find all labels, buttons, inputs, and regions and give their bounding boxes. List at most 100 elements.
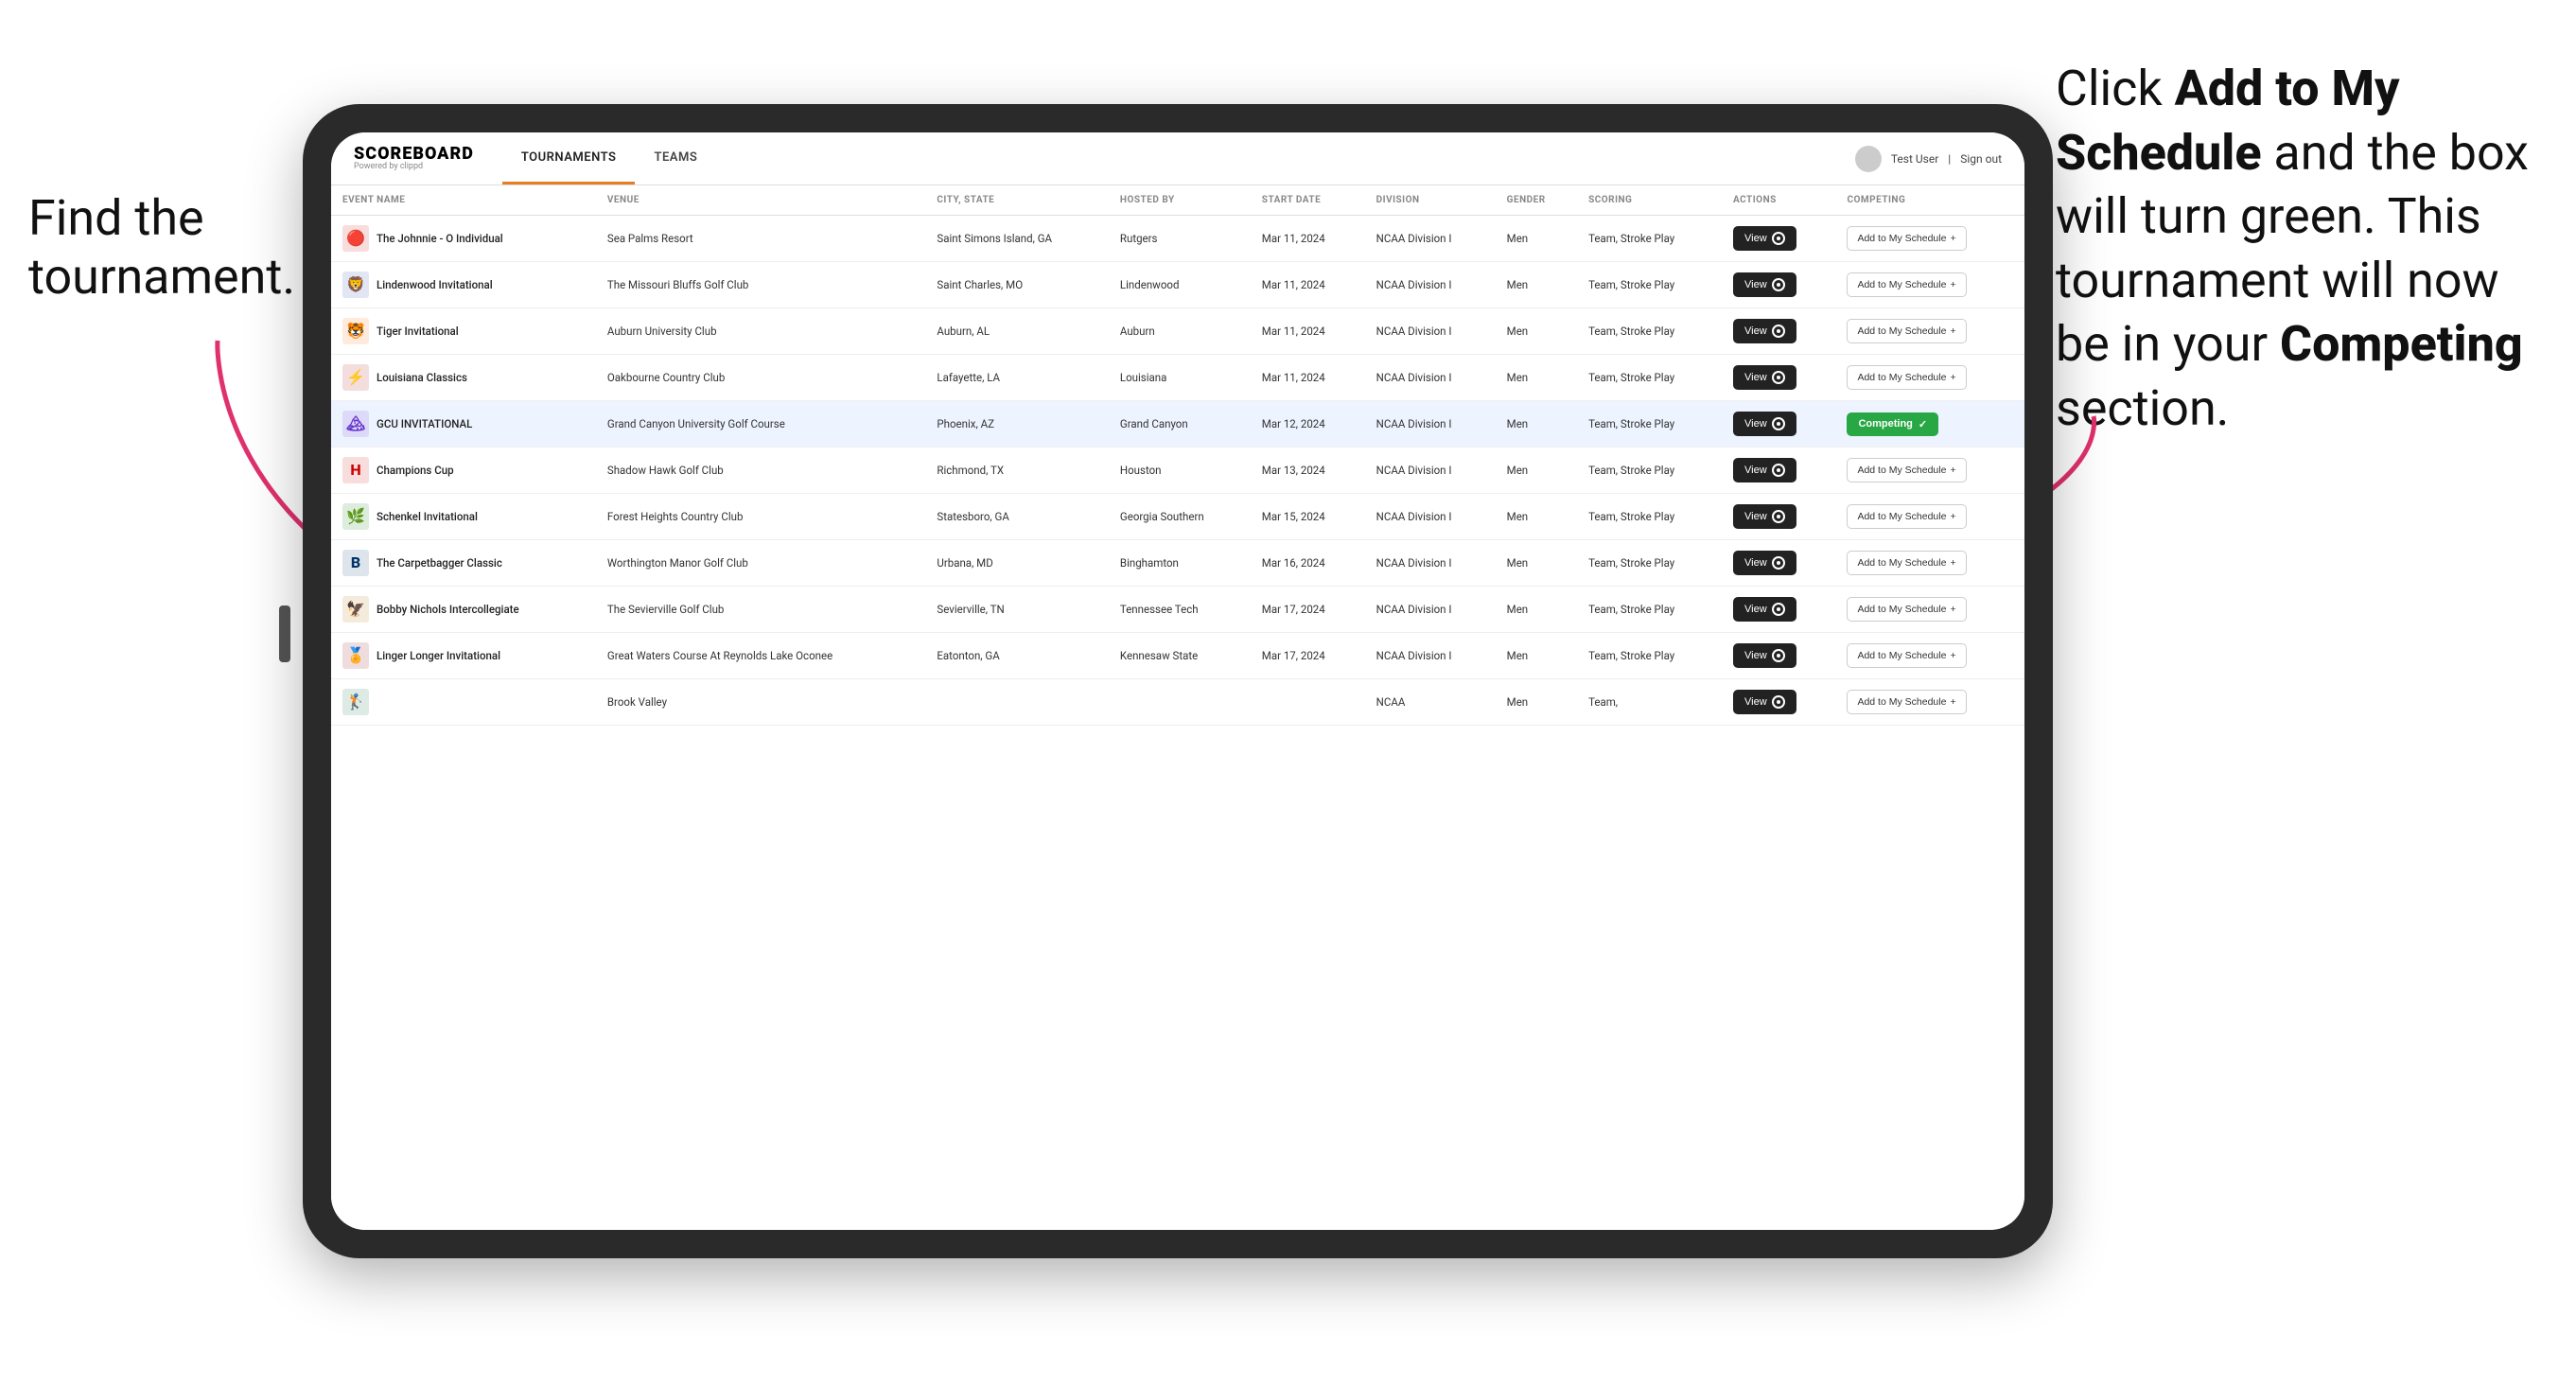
start-date-cell: Mar 17, 2024: [1251, 633, 1365, 679]
table-row: 🏅 Linger Longer Invitational Great Water…: [331, 633, 2024, 679]
team-logo: H: [342, 457, 369, 483]
start-date-cell: Mar 12, 2024: [1251, 401, 1365, 447]
add-to-schedule-button[interactable]: Add to My Schedule +: [1847, 458, 1966, 482]
add-to-schedule-button[interactable]: Add to My Schedule +: [1847, 365, 1966, 390]
event-name-cell: 🏌: [331, 679, 596, 726]
plus-icon: +: [1950, 557, 1955, 569]
venue-cell: Brook Valley: [596, 679, 926, 726]
add-to-schedule-button[interactable]: Add to My Schedule +: [1847, 226, 1966, 251]
view-button[interactable]: View: [1733, 551, 1796, 575]
start-date-cell: Mar 16, 2024: [1251, 540, 1365, 587]
view-button[interactable]: View: [1733, 272, 1796, 297]
table-row: 🌿 Schenkel Invitational Forest Heights C…: [331, 494, 2024, 540]
scoring-cell: Team, Stroke Play: [1577, 494, 1722, 540]
view-button[interactable]: View: [1733, 412, 1796, 436]
gender-cell: Men: [1496, 540, 1577, 587]
scoring-cell: Team, Stroke Play: [1577, 308, 1722, 355]
actions-cell: View: [1722, 355, 1835, 401]
venue-cell: Grand Canyon University Golf Course: [596, 401, 926, 447]
add-schedule-label: Add to My Schedule: [1857, 511, 1946, 522]
division-cell: NCAA Division I: [1365, 633, 1496, 679]
plus-icon: +: [1950, 696, 1955, 708]
venue-cell: Great Waters Course At Reynolds Lake Oco…: [596, 633, 926, 679]
competing-cell: Add to My Schedule +: [1835, 447, 2024, 494]
view-button[interactable]: View: [1733, 458, 1796, 482]
event-name-text: Tiger Invitational: [377, 325, 459, 339]
division-cell: NCAA Division I: [1365, 401, 1496, 447]
view-icon: [1772, 232, 1785, 245]
gender-cell: Men: [1496, 587, 1577, 633]
gender-cell: Men: [1496, 262, 1577, 308]
scoring-cell: Team, Stroke Play: [1577, 262, 1722, 308]
hosted-by-cell: Lindenwood: [1109, 262, 1251, 308]
gender-cell: Men: [1496, 401, 1577, 447]
plus-icon: +: [1950, 465, 1955, 476]
competing-button[interactable]: Competing ✓: [1847, 412, 1938, 436]
add-to-schedule-button[interactable]: Add to My Schedule +: [1847, 597, 1966, 622]
view-button[interactable]: View: [1733, 319, 1796, 343]
event-name-text: Champions Cup: [377, 464, 454, 478]
city-state-cell: Saint Charles, MO: [925, 262, 1109, 308]
team-logo: 🏌: [342, 689, 369, 715]
plus-icon: +: [1950, 279, 1955, 290]
col-scoring: SCORING: [1577, 185, 1722, 216]
view-button[interactable]: View: [1733, 226, 1796, 251]
add-to-schedule-button[interactable]: Add to My Schedule +: [1847, 272, 1966, 297]
add-to-schedule-button[interactable]: Add to My Schedule +: [1847, 551, 1966, 575]
team-logo: 🔴: [342, 225, 369, 252]
gender-cell: Men: [1496, 447, 1577, 494]
col-division: DIVISION: [1365, 185, 1496, 216]
plus-icon: +: [1950, 650, 1955, 661]
col-event-name: EVENT NAME: [331, 185, 596, 216]
tab-teams[interactable]: TEAMS: [635, 132, 716, 184]
add-to-schedule-button[interactable]: Add to My Schedule +: [1847, 643, 1966, 668]
logo-text: SCOREBOARD: [354, 146, 474, 163]
actions-cell: View: [1722, 494, 1835, 540]
venue-cell: Sea Palms Resort: [596, 216, 926, 262]
add-schedule-label: Add to My Schedule: [1857, 372, 1946, 383]
checkmark-icon: ✓: [1919, 418, 1927, 430]
actions-cell: View: [1722, 401, 1835, 447]
division-cell: NCAA Division I: [1365, 262, 1496, 308]
col-competing: COMPETING: [1835, 185, 2024, 216]
venue-cell: The Sevierville Golf Club: [596, 587, 926, 633]
hosted-by-cell: Kennesaw State: [1109, 633, 1251, 679]
view-button[interactable]: View: [1733, 643, 1796, 668]
gender-cell: Men: [1496, 679, 1577, 726]
view-icon: [1772, 278, 1785, 291]
sign-out-link[interactable]: Sign out: [1960, 152, 2002, 166]
tablet-screen: SCOREBOARD Powered by clippd TOURNAMENTS…: [331, 132, 2024, 1230]
division-cell: NCAA Division I: [1365, 447, 1496, 494]
hosted-by-cell: Tennessee Tech: [1109, 587, 1251, 633]
city-state-cell: Statesboro, GA: [925, 494, 1109, 540]
add-to-schedule-button[interactable]: Add to My Schedule +: [1847, 504, 1966, 529]
col-gender: GENDER: [1496, 185, 1577, 216]
add-to-schedule-button[interactable]: Add to My Schedule +: [1847, 690, 1966, 714]
separator: |: [1948, 152, 1951, 166]
view-button[interactable]: View: [1733, 597, 1796, 622]
table-row: ⚡ Louisiana Classics Oakbourne Country C…: [331, 355, 2024, 401]
view-icon: [1772, 556, 1785, 570]
event-name-cell: H Champions Cup: [331, 447, 596, 494]
venue-cell: Shadow Hawk Golf Club: [596, 447, 926, 494]
division-cell: NCAA Division I: [1365, 587, 1496, 633]
scoring-cell: Team, Stroke Play: [1577, 447, 1722, 494]
col-city-state: CITY, STATE: [925, 185, 1109, 216]
event-name-cell: 🌿 Schenkel Invitational: [331, 494, 596, 540]
instruction-right: Click Add to My Schedule and the box wil…: [2056, 57, 2548, 441]
view-button[interactable]: View: [1733, 504, 1796, 529]
view-icon: [1772, 464, 1785, 477]
division-cell: NCAA Division I: [1365, 540, 1496, 587]
city-state-cell: Lafayette, LA: [925, 355, 1109, 401]
view-button[interactable]: View: [1733, 365, 1796, 390]
event-name-text: Lindenwood Invitational: [377, 278, 493, 292]
table-row: H Champions Cup Shadow Hawk Golf ClubRic…: [331, 447, 2024, 494]
team-logo: ⚡: [342, 364, 369, 391]
actions-cell: View: [1722, 679, 1835, 726]
view-button[interactable]: View: [1733, 690, 1796, 714]
start-date-cell: Mar 11, 2024: [1251, 262, 1365, 308]
table-row: 🏔 GCU INVITATIONAL Grand Canyon Universi…: [331, 401, 2024, 447]
add-to-schedule-button[interactable]: Add to My Schedule +: [1847, 319, 1966, 343]
competing-cell: Add to My Schedule +: [1835, 355, 2024, 401]
tab-tournaments[interactable]: TOURNAMENTS: [502, 132, 636, 184]
